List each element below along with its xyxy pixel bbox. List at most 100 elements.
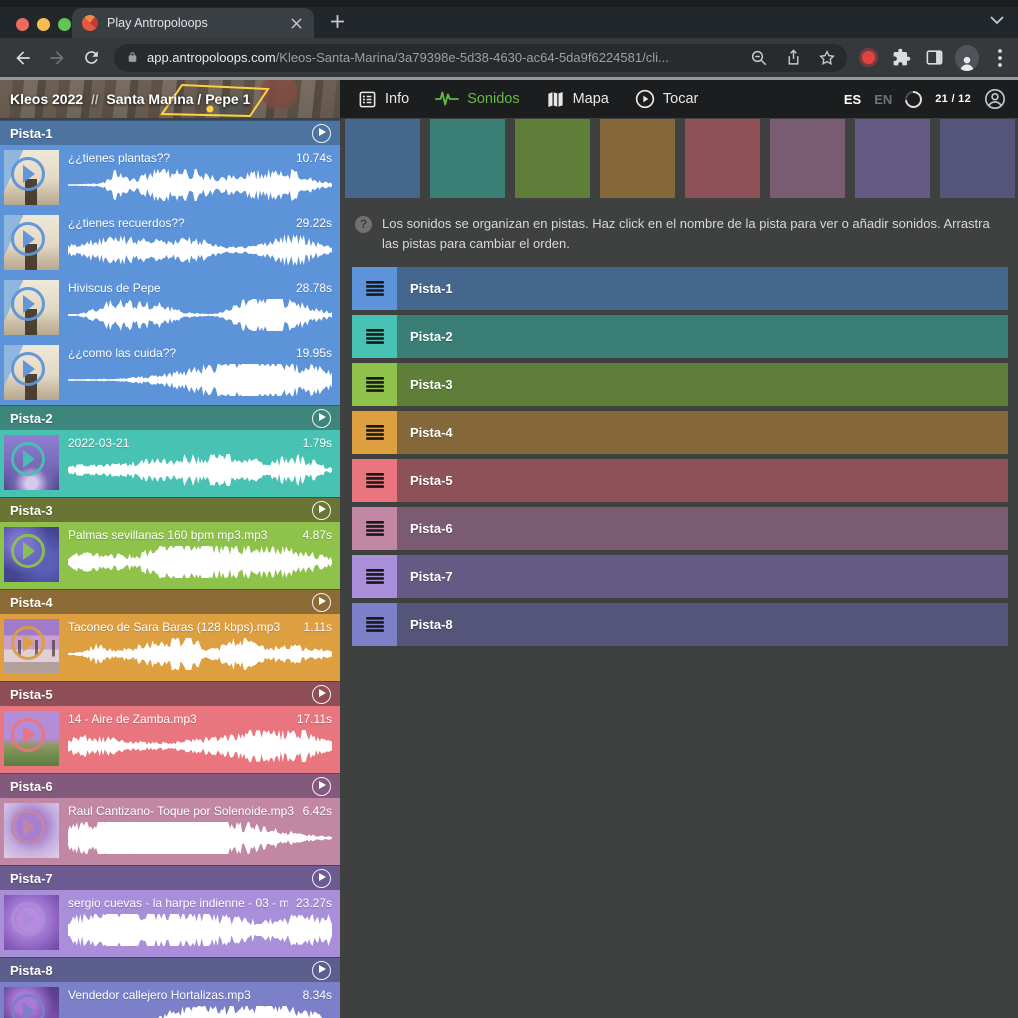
track-row-pista-8[interactable]: Pista-8	[352, 603, 1008, 646]
clip-pista-1-3[interactable]: ¿¿como las cuida??19.95s	[0, 340, 340, 405]
clip-thumbnail[interactable]	[4, 803, 59, 858]
track-row-body[interactable]: Pista-4	[397, 411, 1008, 454]
clip-thumbnail[interactable]	[4, 895, 59, 950]
play-icon[interactable]	[11, 534, 45, 568]
nav-sonidos[interactable]: Sonidos	[435, 90, 519, 108]
track-play-button[interactable]	[312, 961, 331, 980]
lang-en-button[interactable]: EN	[874, 92, 892, 107]
lang-es-button[interactable]: ES	[844, 92, 861, 107]
play-icon[interactable]	[11, 222, 45, 256]
clip-thumbnail[interactable]	[4, 619, 59, 674]
share-icon[interactable]	[783, 48, 803, 68]
drag-handle[interactable]	[352, 411, 397, 454]
drag-handle[interactable]	[352, 363, 397, 406]
drag-handle[interactable]	[352, 267, 397, 310]
track-header-pista-5[interactable]: Pista-5	[0, 681, 340, 706]
record-extension-icon[interactable]	[856, 46, 880, 70]
track-row-body[interactable]: Pista-8	[397, 603, 1008, 646]
nav-mapa[interactable]: Mapa	[546, 90, 609, 109]
track-row-body[interactable]: Pista-1	[397, 267, 1008, 310]
clip-pista-4-0[interactable]: Taconeo de Sara Baras (128 kbps).mp31.11…	[0, 614, 340, 681]
clip-thumbnail[interactable]	[4, 280, 59, 335]
clip-thumbnail[interactable]	[4, 527, 59, 582]
nav-info[interactable]: Info	[358, 90, 409, 109]
track-row-pista-5[interactable]: Pista-5	[352, 459, 1008, 502]
drag-handle[interactable]	[352, 459, 397, 502]
browser-menu-icon[interactable]	[988, 46, 1012, 70]
clip-pista-5-0[interactable]: 14 - Aire de Zamba.mp317.11s	[0, 706, 340, 773]
play-icon[interactable]	[11, 718, 45, 752]
extensions-puzzle-icon[interactable]	[889, 46, 913, 70]
track-play-button[interactable]	[312, 124, 331, 143]
url-bar[interactable]: app.antropoloops.com /Kleos-Santa-Marina…	[114, 44, 847, 72]
new-tab-button[interactable]	[330, 14, 345, 29]
back-button[interactable]	[12, 47, 34, 69]
clip-pista-6-0[interactable]: Raul Cantizano- Toque por Solenoide.mp36…	[0, 798, 340, 865]
track-play-button[interactable]	[312, 869, 331, 888]
clip-thumbnail[interactable]	[4, 150, 59, 205]
clip-pista-8-0[interactable]: Vendedor callejero Hortalizas.mp38.34s	[0, 982, 340, 1018]
track-row-body[interactable]: Pista-3	[397, 363, 1008, 406]
clip-pista-2-0[interactable]: 2022-03-211.79s	[0, 430, 340, 497]
track-row-pista-7[interactable]: Pista-7	[352, 555, 1008, 598]
forward-button[interactable]	[46, 47, 68, 69]
track-header-pista-8[interactable]: Pista-8	[0, 957, 340, 982]
clip-pista-1-2[interactable]: Hiviscus de Pepe28.78s	[0, 275, 340, 340]
clip-thumbnail[interactable]	[4, 711, 59, 766]
side-panel-icon[interactable]	[922, 46, 946, 70]
fullscreen-window-button[interactable]	[58, 18, 71, 31]
track-row-pista-3[interactable]: Pista-3	[352, 363, 1008, 406]
track-play-button[interactable]	[312, 501, 331, 520]
track-header-pista-7[interactable]: Pista-7	[0, 865, 340, 890]
reload-button[interactable]	[80, 47, 102, 69]
track-play-button[interactable]	[312, 685, 331, 704]
track-row-pista-4[interactable]: Pista-4	[352, 411, 1008, 454]
play-icon[interactable]	[11, 810, 45, 844]
minimize-window-button[interactable]	[37, 18, 50, 31]
track-header-pista-3[interactable]: Pista-3	[0, 497, 340, 522]
profile-avatar[interactable]	[955, 46, 979, 70]
breadcrumb[interactable]: Kleos 2022 // Santa Marina / Pepe 1	[0, 80, 340, 118]
tab-search-chevron-icon[interactable]	[990, 16, 1004, 25]
clip-pista-3-0[interactable]: Palmas sevillanas 160 bpm mp3.mp34.87s	[0, 522, 340, 589]
clip-pista-1-0[interactable]: ¿¿tienes plantas??10.74s	[0, 145, 340, 210]
track-row-pista-6[interactable]: Pista-6	[352, 507, 1008, 550]
play-icon[interactable]	[11, 442, 45, 476]
browser-tab[interactable]: Play Antropoloops	[72, 8, 314, 38]
clip-thumbnail[interactable]	[4, 215, 59, 270]
clip-thumbnail[interactable]	[4, 345, 59, 400]
play-icon[interactable]	[11, 994, 45, 1018]
play-icon[interactable]	[11, 626, 45, 660]
clip-pista-7-0[interactable]: sergio cuevas - la harpe indienne - 03 -…	[0, 890, 340, 957]
zoom-out-icon[interactable]	[749, 48, 769, 68]
track-row-body[interactable]: Pista-5	[397, 459, 1008, 502]
drag-handle[interactable]	[352, 315, 397, 358]
clip-thumbnail[interactable]	[4, 435, 59, 490]
project-name[interactable]: Kleos 2022	[10, 91, 83, 107]
play-icon[interactable]	[11, 157, 45, 191]
track-play-button[interactable]	[312, 409, 331, 428]
track-header-pista-6[interactable]: Pista-6	[0, 773, 340, 798]
play-icon[interactable]	[11, 902, 45, 936]
account-icon[interactable]	[984, 88, 1006, 110]
track-play-button[interactable]	[312, 777, 331, 796]
play-icon[interactable]	[11, 352, 45, 386]
track-row-body[interactable]: Pista-2	[397, 315, 1008, 358]
track-header-pista-4[interactable]: Pista-4	[0, 589, 340, 614]
track-header-pista-1[interactable]: Pista-1	[0, 120, 340, 145]
track-row-body[interactable]: Pista-6	[397, 507, 1008, 550]
close-window-button[interactable]	[16, 18, 29, 31]
drag-handle[interactable]	[352, 507, 397, 550]
track-row-body[interactable]: Pista-7	[397, 555, 1008, 598]
clip-thumbnail[interactable]	[4, 987, 59, 1018]
bookmark-star-icon[interactable]	[817, 48, 837, 68]
track-row-pista-1[interactable]: Pista-1	[352, 267, 1008, 310]
nav-tocar[interactable]: Tocar	[635, 89, 698, 109]
drag-handle[interactable]	[352, 555, 397, 598]
clip-pista-1-1[interactable]: ¿¿tienes recuerdos??29.22s	[0, 210, 340, 275]
tab-close-icon[interactable]	[288, 15, 304, 31]
drag-handle[interactable]	[352, 603, 397, 646]
track-header-pista-2[interactable]: Pista-2	[0, 405, 340, 430]
track-play-button[interactable]	[312, 593, 331, 612]
play-icon[interactable]	[11, 287, 45, 321]
